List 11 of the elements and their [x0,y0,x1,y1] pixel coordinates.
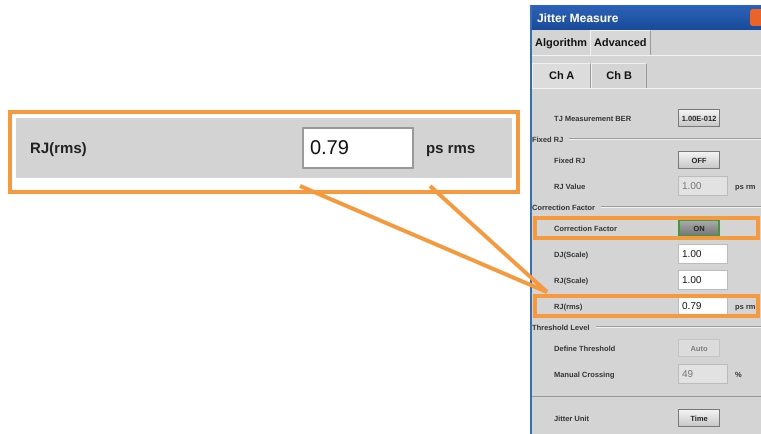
input-field[interactable]: 0.79 [302,127,414,169]
unit-label: ps rms [426,140,476,156]
input-field[interactable]: 1.00 [678,244,728,264]
input-field[interactable]: 0.79 [678,296,728,316]
window-title: Jitter Measure [537,10,618,24]
field-label: RJ(rms) [30,140,88,156]
tab[interactable]: Ch A [532,63,592,88]
tab[interactable]: Advanced [590,30,651,55]
tab[interactable]: Ch B [591,63,647,88]
tab[interactable]: Algorithm [532,30,590,55]
input-field[interactable]: 1.00 [678,270,728,290]
